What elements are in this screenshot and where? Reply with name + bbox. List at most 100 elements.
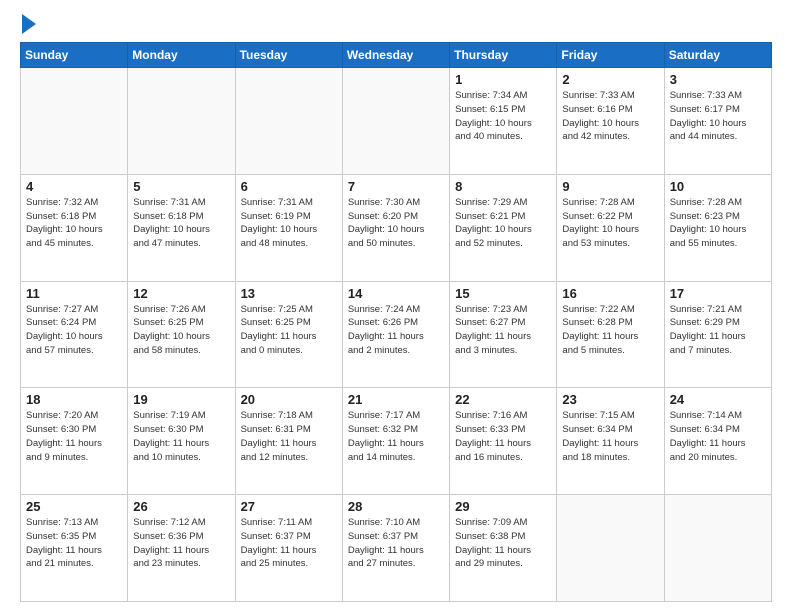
day-info: Sunrise: 7:33 AM Sunset: 6:17 PM Dayligh… xyxy=(670,89,766,144)
calendar-cell xyxy=(235,68,342,175)
day-info: Sunrise: 7:19 AM Sunset: 6:30 PM Dayligh… xyxy=(133,409,229,464)
day-info: Sunrise: 7:31 AM Sunset: 6:19 PM Dayligh… xyxy=(241,196,337,251)
day-info: Sunrise: 7:34 AM Sunset: 6:15 PM Dayligh… xyxy=(455,89,551,144)
day-number: 4 xyxy=(26,179,122,194)
day-number: 29 xyxy=(455,499,551,514)
day-info: Sunrise: 7:11 AM Sunset: 6:37 PM Dayligh… xyxy=(241,516,337,571)
day-number: 10 xyxy=(670,179,766,194)
day-info: Sunrise: 7:24 AM Sunset: 6:26 PM Dayligh… xyxy=(348,303,444,358)
day-number: 9 xyxy=(562,179,658,194)
day-info: Sunrise: 7:27 AM Sunset: 6:24 PM Dayligh… xyxy=(26,303,122,358)
day-number: 2 xyxy=(562,72,658,87)
day-number: 12 xyxy=(133,286,229,301)
day-number: 15 xyxy=(455,286,551,301)
calendar-cell: 1 Sunrise: 7:34 AM Sunset: 6:15 PM Daylig… xyxy=(450,68,557,175)
day-number: 19 xyxy=(133,392,229,407)
day-number: 20 xyxy=(241,392,337,407)
calendar-cell: 4 Sunrise: 7:32 AM Sunset: 6:18 PM Daylig… xyxy=(21,174,128,281)
calendar-cell: 29 Sunrise: 7:09 AM Sunset: 6:38 PM Dayli… xyxy=(450,495,557,602)
calendar-cell: 13 Sunrise: 7:25 AM Sunset: 6:25 PM Dayli… xyxy=(235,281,342,388)
day-info: Sunrise: 7:30 AM Sunset: 6:20 PM Dayligh… xyxy=(348,196,444,251)
calendar-cell: 10Sunrise: 7:28 AM Sunset: 6:23 PM Dayli… xyxy=(664,174,771,281)
day-number: 11 xyxy=(26,286,122,301)
day-info: Sunrise: 7:29 AM Sunset: 6:21 PM Dayligh… xyxy=(455,196,551,251)
day-number: 26 xyxy=(133,499,229,514)
logo xyxy=(20,16,36,34)
calendar-cell: 6 Sunrise: 7:31 AM Sunset: 6:19 PM Daylig… xyxy=(235,174,342,281)
day-number: 28 xyxy=(348,499,444,514)
calendar-header-tuesday: Tuesday xyxy=(235,43,342,68)
calendar-cell: 3 Sunrise: 7:33 AM Sunset: 6:17 PM Daylig… xyxy=(664,68,771,175)
calendar-cell: 23 Sunrise: 7:15 AM Sunset: 6:34 PM Dayli… xyxy=(557,388,664,495)
calendar-cell: 7 Sunrise: 7:30 AM Sunset: 6:20 PM Daylig… xyxy=(342,174,449,281)
day-number: 7 xyxy=(348,179,444,194)
day-info: Sunrise: 7:26 AM Sunset: 6:25 PM Dayligh… xyxy=(133,303,229,358)
calendar-week-row: 1 Sunrise: 7:34 AM Sunset: 6:15 PM Daylig… xyxy=(21,68,772,175)
calendar-week-row: 25 Sunrise: 7:13 AM Sunset: 6:35 PM Dayli… xyxy=(21,495,772,602)
calendar-week-row: 11 Sunrise: 7:27 AM Sunset: 6:24 PM Dayli… xyxy=(21,281,772,388)
calendar-cell: 25 Sunrise: 7:13 AM Sunset: 6:35 PM Dayli… xyxy=(21,495,128,602)
calendar-cell: 28 Sunrise: 7:10 AM Sunset: 6:37 PM Dayli… xyxy=(342,495,449,602)
calendar-header-row: SundayMondayTuesdayWednesdayThursdayFrid… xyxy=(21,43,772,68)
day-info: Sunrise: 7:16 AM Sunset: 6:33 PM Dayligh… xyxy=(455,409,551,464)
calendar-cell: 18 Sunrise: 7:20 AM Sunset: 6:30 PM Dayli… xyxy=(21,388,128,495)
calendar-cell: 21Sunrise: 7:17 AM Sunset: 6:32 PM Dayli… xyxy=(342,388,449,495)
day-number: 23 xyxy=(562,392,658,407)
day-info: Sunrise: 7:20 AM Sunset: 6:30 PM Dayligh… xyxy=(26,409,122,464)
calendar-cell: 8 Sunrise: 7:29 AM Sunset: 6:21 PM Daylig… xyxy=(450,174,557,281)
calendar-cell: 2Sunrise: 7:33 AM Sunset: 6:16 PM Daylig… xyxy=(557,68,664,175)
calendar-cell: 22 Sunrise: 7:16 AM Sunset: 6:33 PM Dayli… xyxy=(450,388,557,495)
day-number: 1 xyxy=(455,72,551,87)
day-number: 13 xyxy=(241,286,337,301)
calendar-cell: 26 Sunrise: 7:12 AM Sunset: 6:36 PM Dayli… xyxy=(128,495,235,602)
day-info: Sunrise: 7:18 AM Sunset: 6:31 PM Dayligh… xyxy=(241,409,337,464)
day-number: 24 xyxy=(670,392,766,407)
day-number: 8 xyxy=(455,179,551,194)
day-info: Sunrise: 7:10 AM Sunset: 6:37 PM Dayligh… xyxy=(348,516,444,571)
day-number: 17 xyxy=(670,286,766,301)
calendar-cell: 12 Sunrise: 7:26 AM Sunset: 6:25 PM Dayli… xyxy=(128,281,235,388)
calendar-cell xyxy=(21,68,128,175)
day-info: Sunrise: 7:23 AM Sunset: 6:27 PM Dayligh… xyxy=(455,303,551,358)
day-info: Sunrise: 7:22 AM Sunset: 6:28 PM Dayligh… xyxy=(562,303,658,358)
calendar-cell: 5Sunrise: 7:31 AM Sunset: 6:18 PM Daylig… xyxy=(128,174,235,281)
calendar-cell xyxy=(342,68,449,175)
day-info: Sunrise: 7:21 AM Sunset: 6:29 PM Dayligh… xyxy=(670,303,766,358)
calendar-week-row: 18 Sunrise: 7:20 AM Sunset: 6:30 PM Dayli… xyxy=(21,388,772,495)
page: SundayMondayTuesdayWednesdayThursdayFrid… xyxy=(0,0,792,612)
calendar-cell: 9 Sunrise: 7:28 AM Sunset: 6:22 PM Daylig… xyxy=(557,174,664,281)
day-number: 25 xyxy=(26,499,122,514)
day-number: 6 xyxy=(241,179,337,194)
calendar-cell: 11 Sunrise: 7:27 AM Sunset: 6:24 PM Dayli… xyxy=(21,281,128,388)
day-number: 16 xyxy=(562,286,658,301)
calendar-cell: 16 Sunrise: 7:22 AM Sunset: 6:28 PM Dayli… xyxy=(557,281,664,388)
day-info: Sunrise: 7:32 AM Sunset: 6:18 PM Dayligh… xyxy=(26,196,122,251)
day-info: Sunrise: 7:25 AM Sunset: 6:25 PM Dayligh… xyxy=(241,303,337,358)
calendar-cell: 17 Sunrise: 7:21 AM Sunset: 6:29 PM Dayli… xyxy=(664,281,771,388)
day-info: Sunrise: 7:14 AM Sunset: 6:34 PM Dayligh… xyxy=(670,409,766,464)
calendar-cell: 20 Sunrise: 7:18 AM Sunset: 6:31 PM Dayli… xyxy=(235,388,342,495)
calendar-cell: 15 Sunrise: 7:23 AM Sunset: 6:27 PM Dayli… xyxy=(450,281,557,388)
calendar-cell: 27 Sunrise: 7:11 AM Sunset: 6:37 PM Dayli… xyxy=(235,495,342,602)
calendar-cell: 19 Sunrise: 7:19 AM Sunset: 6:30 PM Dayli… xyxy=(128,388,235,495)
header xyxy=(20,16,772,34)
calendar-cell: 24 Sunrise: 7:14 AM Sunset: 6:34 PM Dayli… xyxy=(664,388,771,495)
day-info: Sunrise: 7:28 AM Sunset: 6:22 PM Dayligh… xyxy=(562,196,658,251)
day-number: 3 xyxy=(670,72,766,87)
calendar-header-wednesday: Wednesday xyxy=(342,43,449,68)
calendar-table: SundayMondayTuesdayWednesdayThursdayFrid… xyxy=(20,42,772,602)
day-info: Sunrise: 7:13 AM Sunset: 6:35 PM Dayligh… xyxy=(26,516,122,571)
calendar-cell xyxy=(128,68,235,175)
calendar-cell: 14 Sunrise: 7:24 AM Sunset: 6:26 PM Dayli… xyxy=(342,281,449,388)
day-info: Sunrise: 7:09 AM Sunset: 6:38 PM Dayligh… xyxy=(455,516,551,571)
calendar-header-friday: Friday xyxy=(557,43,664,68)
day-number: 18 xyxy=(26,392,122,407)
day-info: Sunrise: 7:15 AM Sunset: 6:34 PM Dayligh… xyxy=(562,409,658,464)
day-number: 27 xyxy=(241,499,337,514)
day-number: 22 xyxy=(455,392,551,407)
day-info: Sunrise: 7:31 AM Sunset: 6:18 PM Dayligh… xyxy=(133,196,229,251)
day-info: Sunrise: 7:12 AM Sunset: 6:36 PM Dayligh… xyxy=(133,516,229,571)
day-number: 14 xyxy=(348,286,444,301)
calendar-header-monday: Monday xyxy=(128,43,235,68)
calendar-header-thursday: Thursday xyxy=(450,43,557,68)
